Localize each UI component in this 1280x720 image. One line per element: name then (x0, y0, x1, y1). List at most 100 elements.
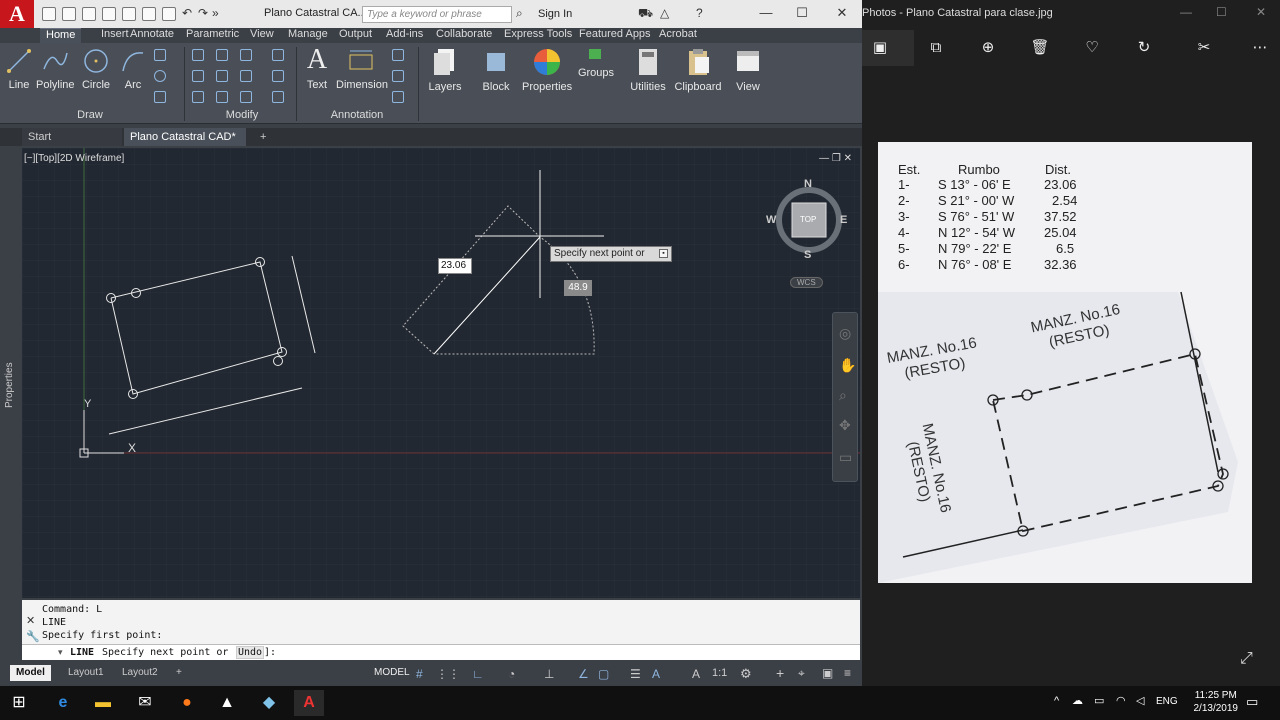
viewport-window-controls[interactable]: — ❐ ✕ (819, 153, 852, 164)
sign-in-button[interactable]: Sign In (538, 8, 572, 20)
drawing-tab[interactable]: Plano Catastral CAD* (124, 128, 246, 146)
input-language[interactable]: ENG (1156, 696, 1178, 707)
linear-dim-icon[interactable] (392, 49, 404, 61)
favorite-icon[interactable]: ♡ (1082, 38, 1102, 58)
clipboard-tool[interactable]: Clipboard (674, 47, 722, 93)
tab-parametric[interactable]: Parametric (186, 28, 239, 43)
model-space-button[interactable]: MODEL (368, 665, 416, 681)
layout1-tab[interactable]: Layout1 (62, 665, 110, 681)
layout2-tab[interactable]: Layout2 (116, 665, 164, 681)
edge-browser-icon[interactable]: e (48, 690, 78, 716)
zoom-icon[interactable]: ⊕ (978, 38, 998, 58)
leader-icon[interactable] (392, 70, 404, 82)
tab-annotate[interactable]: Annotate (130, 28, 174, 43)
move-icon[interactable] (192, 49, 204, 61)
mail-icon[interactable]: ✉ (130, 690, 160, 716)
dimension-tool[interactable]: Dimension (336, 47, 388, 91)
showmotion-icon[interactable]: ▭ (839, 449, 852, 466)
drawing-viewport[interactable]: [−][Top][2D Wireframe] — ❐ ✕ Y X 23.06 S… (22, 148, 860, 598)
wcs-menu[interactable]: WCS (790, 277, 823, 288)
edit-create-icon[interactable]: ✂ (1194, 38, 1214, 58)
see-all-photos-button[interactable]: ▣ (862, 30, 914, 66)
utilities-tool[interactable]: Utilities (626, 47, 670, 93)
search-input[interactable]: Type a keyword or phrase (362, 6, 512, 23)
viewcube-east[interactable]: E (840, 214, 847, 226)
model-layout-tab[interactable]: Model (10, 665, 51, 681)
table-icon[interactable] (392, 91, 404, 103)
annotation-scale-value[interactable]: 1:1 (712, 667, 727, 679)
viewcube-north[interactable]: N (804, 178, 812, 190)
close-icon[interactable]: ✕ (1256, 5, 1266, 19)
show-hidden-icons-icon[interactable]: ^ (1054, 695, 1059, 707)
add-layout-icon[interactable]: + (170, 665, 188, 681)
minimize-icon[interactable]: — (1180, 5, 1192, 19)
close-command-icon[interactable]: ✕ (26, 614, 35, 627)
arc-tool[interactable]: Arc (118, 47, 148, 91)
overflow-icon[interactable]: » (212, 6, 219, 20)
rotate-icon[interactable] (216, 49, 228, 61)
tab-output[interactable]: Output (339, 28, 372, 43)
isodraft-icon[interactable]: ⊥ (544, 667, 554, 681)
annotation-scale-icon[interactable]: A (692, 667, 700, 681)
offset-icon[interactable] (272, 91, 284, 103)
units-icon[interactable]: ⌖ (798, 666, 805, 681)
snap-icon[interactable]: ⋮⋮ (436, 667, 460, 681)
delete-icon[interactable]: 🗑 (1030, 38, 1050, 58)
volume-icon[interactable]: ◁ (1136, 694, 1144, 707)
slideshow-icon[interactable]: ⧉ (926, 38, 946, 58)
fillet-icon[interactable] (240, 70, 252, 82)
new-file-icon[interactable] (42, 7, 56, 21)
rotate-icon[interactable]: ↻ (1134, 38, 1154, 58)
save-as-icon[interactable] (102, 7, 116, 21)
steering-wheel-icon[interactable]: ◎ (839, 325, 851, 342)
orbit-icon[interactable]: ✥ (839, 417, 851, 434)
autocad-app-button[interactable]: A (0, 0, 34, 28)
tab-home[interactable]: Home (40, 28, 82, 43)
explode-icon[interactable] (272, 70, 284, 82)
trim-icon[interactable] (240, 49, 252, 61)
circle-tool[interactable]: Circle (80, 47, 112, 91)
open-file-icon[interactable] (62, 7, 76, 21)
ellipse-icon[interactable] (154, 70, 166, 82)
tab-insert[interactable]: Insert (101, 28, 129, 43)
annotation-monitor-icon[interactable]: + (776, 665, 784, 681)
grid-icon[interactable]: # (416, 667, 423, 681)
photos-app-icon[interactable]: ▲ (212, 690, 242, 716)
wifi-icon[interactable]: ◠ (1116, 694, 1126, 707)
tab-manage[interactable]: Manage (288, 28, 328, 43)
mirror-icon[interactable] (216, 70, 228, 82)
tab-express-tools[interactable]: Express Tools (504, 28, 572, 43)
options-arrow-icon[interactable]: ▪ (659, 249, 668, 258)
undo-icon[interactable]: ↶ (182, 6, 192, 20)
web-mobile-icon[interactable] (122, 7, 136, 21)
customize-icon[interactable]: 🔧 (26, 630, 40, 643)
viewport-controls-label[interactable]: [−][Top][2D Wireframe] (24, 153, 124, 164)
tab-collaborate[interactable]: Collaborate (436, 28, 492, 43)
customization-menu-icon[interactable]: ≡ (844, 666, 851, 680)
viewcube-top-face[interactable]: TOP (800, 215, 816, 224)
groups-tool[interactable]: Groups (576, 47, 616, 79)
autocad-taskbar-icon[interactable]: A (294, 690, 324, 716)
maximize-icon[interactable]: ☐ (1216, 5, 1227, 19)
onedrive-icon[interactable]: ☁ (1072, 694, 1083, 707)
plot-icon[interactable] (162, 7, 176, 21)
properties-tool[interactable]: Properties (522, 47, 572, 93)
stretch-icon[interactable] (192, 91, 204, 103)
tab-addins[interactable]: Add-ins (386, 28, 423, 43)
view-tool[interactable]: View (730, 47, 766, 93)
notepad-app-icon[interactable]: ◆ (254, 690, 284, 716)
open-web-icon[interactable] (142, 7, 156, 21)
drawing-canvas[interactable] (22, 148, 860, 598)
lineweight-icon[interactable]: ☰ (630, 667, 641, 681)
hatch-icon[interactable] (154, 91, 166, 103)
annotation-visibility-icon[interactable]: A (652, 667, 660, 681)
notifications-icon[interactable]: ▭ (1246, 694, 1258, 710)
command-input[interactable]: ▾ LINE Specify next point or [ Undo ]: (22, 644, 860, 660)
modify-panel-label[interactable]: Modify (210, 109, 274, 121)
array-icon[interactable] (240, 91, 252, 103)
redo-icon[interactable]: ↷ (198, 6, 208, 20)
pan-icon[interactable]: ✋ (839, 357, 856, 374)
block-tool[interactable]: Block (476, 47, 516, 93)
more-options-icon[interactable]: ⋯ (1250, 38, 1270, 58)
properties-palette-rail[interactable]: Properties (0, 148, 22, 598)
